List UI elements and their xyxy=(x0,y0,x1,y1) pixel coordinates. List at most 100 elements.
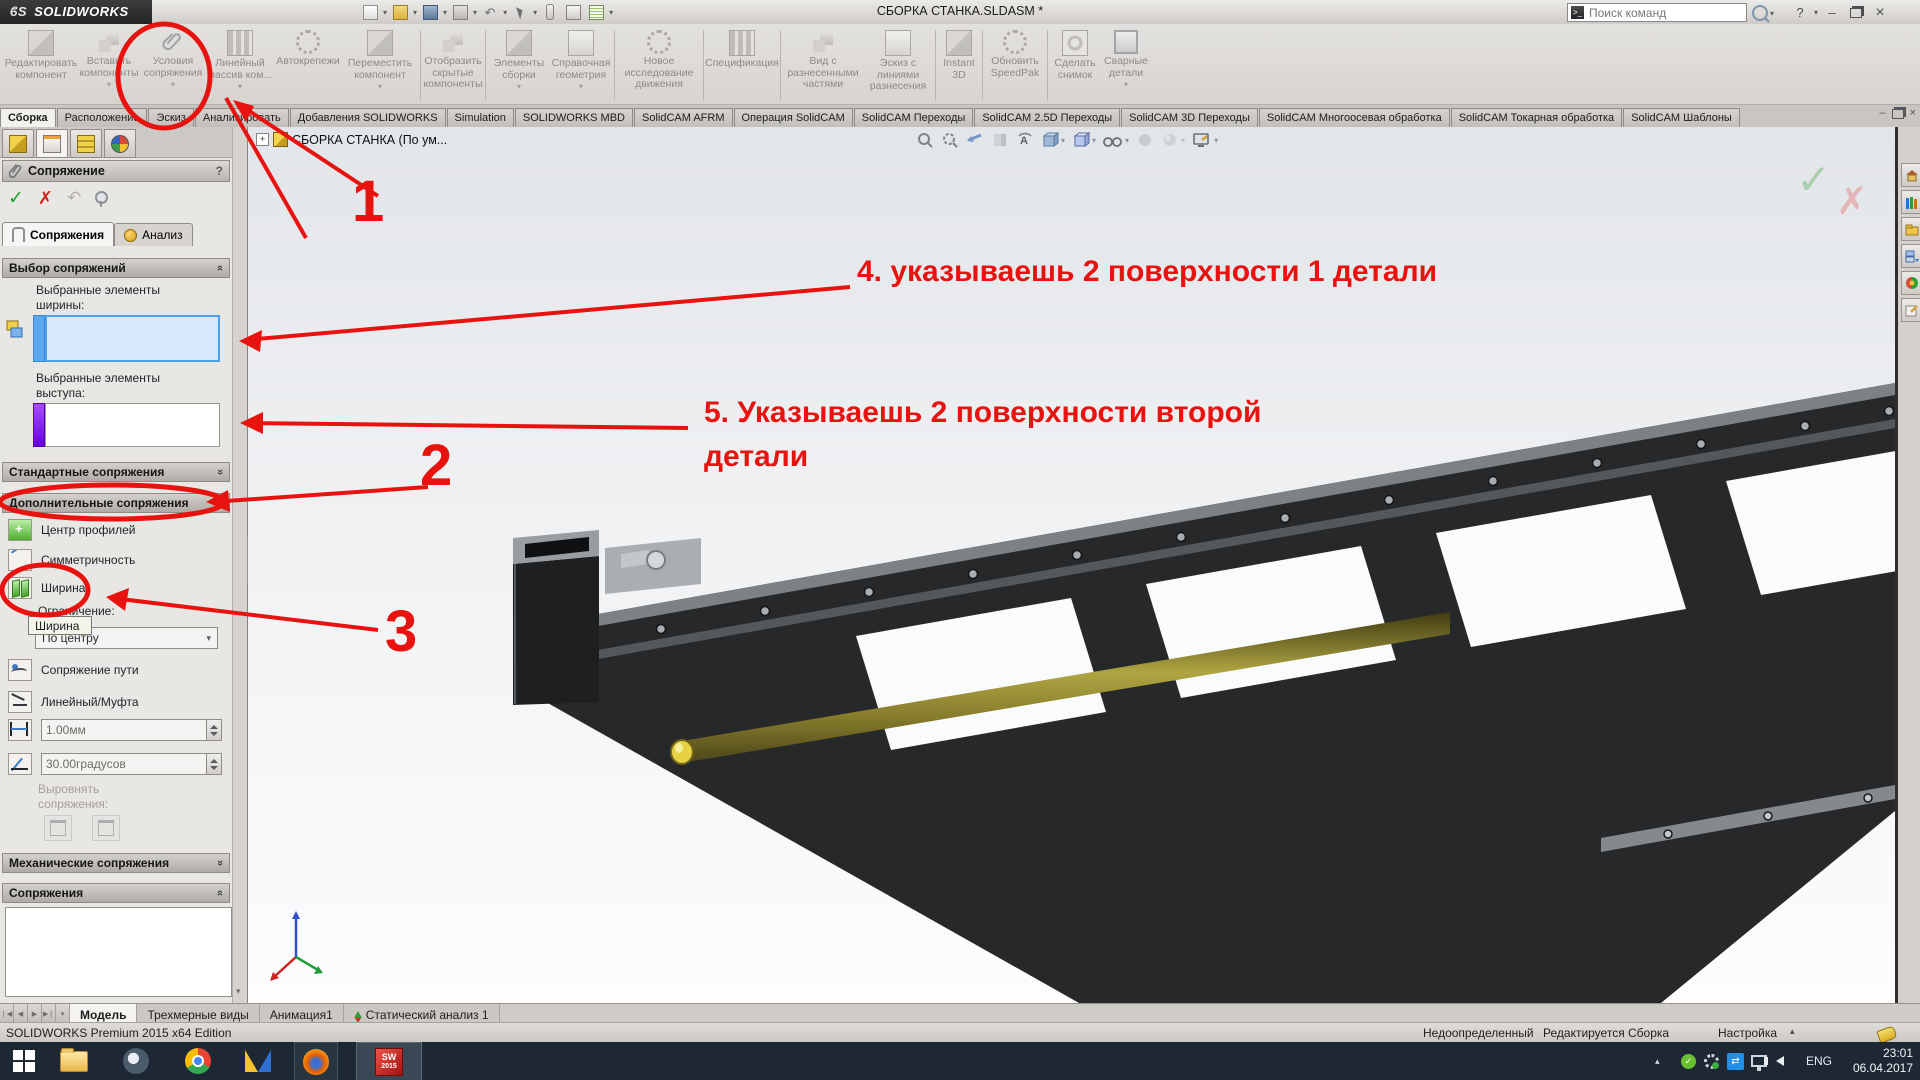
taskbar-chrome[interactable] xyxy=(178,1042,218,1080)
mate-path[interactable]: Сопряжение пути xyxy=(8,658,222,682)
appearances-tab-button[interactable] xyxy=(1901,271,1920,295)
ribbon-move-component[interactable]: Переместить компонент▾ xyxy=(342,26,418,104)
tab-solidcam-templates[interactable]: SolidCAM Шаблоны xyxy=(1623,108,1740,127)
tab-assembly[interactable]: Сборка xyxy=(0,108,56,127)
next-tab-button[interactable]: ▶ xyxy=(28,1004,42,1023)
section-view-button[interactable] xyxy=(991,131,1009,149)
ribbon-snapshot[interactable]: Сделать снимок xyxy=(1050,26,1100,104)
mate-symmetric[interactable]: Симметричность xyxy=(8,548,222,572)
tab-solidcam-3d[interactable]: SolidCAM 3D Переходы xyxy=(1121,108,1258,127)
displaymanager-tab[interactable] xyxy=(104,129,136,158)
hide-show-items-button[interactable]: ▾ xyxy=(1103,131,1129,149)
keep-visible-pin-button[interactable] xyxy=(95,191,105,205)
taskbar-artcam[interactable] xyxy=(238,1042,278,1080)
design-library-tab-button[interactable] xyxy=(1901,217,1920,241)
tab-evaluate[interactable]: Анализировать xyxy=(195,108,289,127)
doc-close-button[interactable]: × xyxy=(1910,107,1916,122)
tray-teamviewer[interactable]: ⇄ xyxy=(1727,1042,1744,1080)
close-button[interactable]: × xyxy=(1870,4,1890,21)
group-standard-mates[interactable]: Стандартные сопряжения » xyxy=(2,462,230,482)
rotate-view-button[interactable]: A xyxy=(1016,131,1034,149)
panel-scrollbar[interactable]: ▾ xyxy=(232,127,247,1003)
ribbon-assembly-features[interactable]: Элементы сборки▾ xyxy=(488,26,550,104)
taskbar-firefox[interactable] xyxy=(294,1042,338,1080)
ribbon-reference-geometry[interactable]: Справочная геометрия▾ xyxy=(550,26,612,104)
mate-width[interactable]: Ширина xyxy=(8,576,222,600)
confirm-corner-cancel-icon[interactable]: ✗ xyxy=(1836,179,1868,224)
zoom-area-button[interactable] xyxy=(941,131,959,149)
animation-tab[interactable]: Анимация1 xyxy=(260,1004,344,1023)
tab-solidcam-afrm[interactable]: SolidCAM AFRM xyxy=(634,108,733,127)
view-orientation-button[interactable]: ▾ xyxy=(1041,131,1065,149)
zoom-fit-button[interactable] xyxy=(916,131,934,149)
last-tab-button[interactable]: ▶❘ xyxy=(42,1004,56,1023)
tab-layout[interactable]: Расположение xyxy=(57,108,148,127)
3dviews-tab[interactable]: Трехмерные виды xyxy=(137,1004,259,1023)
angle-input[interactable]: 30.00градусов xyxy=(41,753,207,775)
tab-mbd[interactable]: SOLIDWORKS MBD xyxy=(515,108,633,127)
tab-addins[interactable]: Добавления SOLIDWORKS xyxy=(290,108,446,127)
minimize-button[interactable]: – xyxy=(1822,4,1842,21)
distance-spinner[interactable] xyxy=(207,719,222,741)
ribbon-explode-sketch[interactable]: Эскиз с линиями разнесения xyxy=(863,26,933,104)
doc-minimize-button[interactable]: – xyxy=(1879,107,1885,122)
undo-button[interactable]: ↶ xyxy=(480,3,500,21)
ribbon-bom[interactable]: Спецификация xyxy=(706,26,778,104)
tab-selection-box[interactable] xyxy=(45,403,220,447)
subtab-mates[interactable]: Сопряжения xyxy=(2,222,114,246)
ribbon-edit-component[interactable]: Редактировать компонент xyxy=(4,26,78,104)
configurationmanager-tab[interactable] xyxy=(70,129,102,158)
ribbon-motion-study[interactable]: Новое исследование движения xyxy=(617,26,701,104)
tray-expand[interactable]: ▴ xyxy=(1655,1042,1660,1080)
home-tab-button[interactable] xyxy=(1901,163,1920,187)
custom-properties-tab-button[interactable] xyxy=(1901,298,1920,322)
tab-solidcam-turning[interactable]: SolidCAM Токарная обработка xyxy=(1451,108,1622,127)
undo-mate-button[interactable]: ↶ xyxy=(67,188,81,208)
search-icon[interactable] xyxy=(1752,5,1768,21)
resources-tab-button[interactable] xyxy=(1901,190,1920,214)
mate-linear-coupler[interactable]: Линейный/Муфта xyxy=(8,690,222,714)
config-caret-icon[interactable]: ▴ xyxy=(1790,1026,1795,1037)
help-icon[interactable]: ? xyxy=(216,164,223,178)
group-advanced-mates[interactable]: Дополнительные сопряжения » xyxy=(2,493,230,513)
tab-simulation[interactable]: Simulation xyxy=(447,108,514,127)
width-selection-box[interactable] xyxy=(45,315,220,362)
file-explorer-tab-button[interactable] xyxy=(1901,244,1920,268)
featuremanager-tab[interactable] xyxy=(2,129,34,158)
file-properties-button[interactable] xyxy=(563,3,583,21)
display-style-button[interactable]: ▾ xyxy=(1072,131,1096,149)
tab-solidcam-multiaxis[interactable]: SolidCAM Многоосевая обработка xyxy=(1259,108,1450,127)
save-button[interactable] xyxy=(420,3,440,21)
print-button[interactable] xyxy=(450,3,470,21)
group-mates-list[interactable]: Сопряжения » xyxy=(2,883,230,903)
ribbon-linear-pattern[interactable]: Линейный массив ком...▾ xyxy=(206,26,274,104)
cancel-button[interactable]: ✗ xyxy=(38,188,53,209)
help-button[interactable]: ? xyxy=(1790,4,1810,21)
tree-expand-button[interactable]: + xyxy=(256,133,269,146)
command-search[interactable]: >_ xyxy=(1567,3,1747,22)
ribbon-instant3d[interactable]: Instant 3D xyxy=(938,26,980,104)
options-button[interactable] xyxy=(586,3,606,21)
taskbar-explorer[interactable] xyxy=(54,1042,94,1080)
rebuild-button[interactable] xyxy=(540,3,560,21)
mates-list-box[interactable] xyxy=(5,907,232,997)
restore-button[interactable] xyxy=(1846,3,1866,22)
anti-aligned-button[interactable] xyxy=(92,815,120,841)
confirm-corner-ok-icon[interactable]: ✓ xyxy=(1796,155,1831,204)
ribbon-insert-components[interactable]: Вставить компоненты▾ xyxy=(78,26,140,104)
shadows-button[interactable] xyxy=(1136,131,1154,149)
search-input[interactable] xyxy=(1587,5,1746,21)
distance-input[interactable]: 1.00мм xyxy=(41,719,207,741)
first-tab-button[interactable]: ❘◀ xyxy=(0,1004,14,1023)
ribbon-mate[interactable]: Условия сопряжения▾ xyxy=(140,26,206,104)
language-indicator[interactable]: ENG xyxy=(1806,1042,1832,1080)
taskbar-teamspeak[interactable] xyxy=(116,1042,156,1080)
group-mechanical-mates[interactable]: Механические сопряжения » xyxy=(2,853,230,873)
tab-sketch[interactable]: Эскиз xyxy=(148,108,193,127)
angle-spinner[interactable] xyxy=(207,753,222,775)
tab-solidcam-25d[interactable]: SolidCAM 2.5D Переходы xyxy=(974,108,1120,127)
tray-volume[interactable] xyxy=(1776,1042,1784,1080)
aligned-button[interactable] xyxy=(44,815,72,841)
ok-button[interactable]: ✓ xyxy=(8,187,24,210)
tab-solidcam-transitions[interactable]: SolidCAM Переходы xyxy=(854,108,974,127)
